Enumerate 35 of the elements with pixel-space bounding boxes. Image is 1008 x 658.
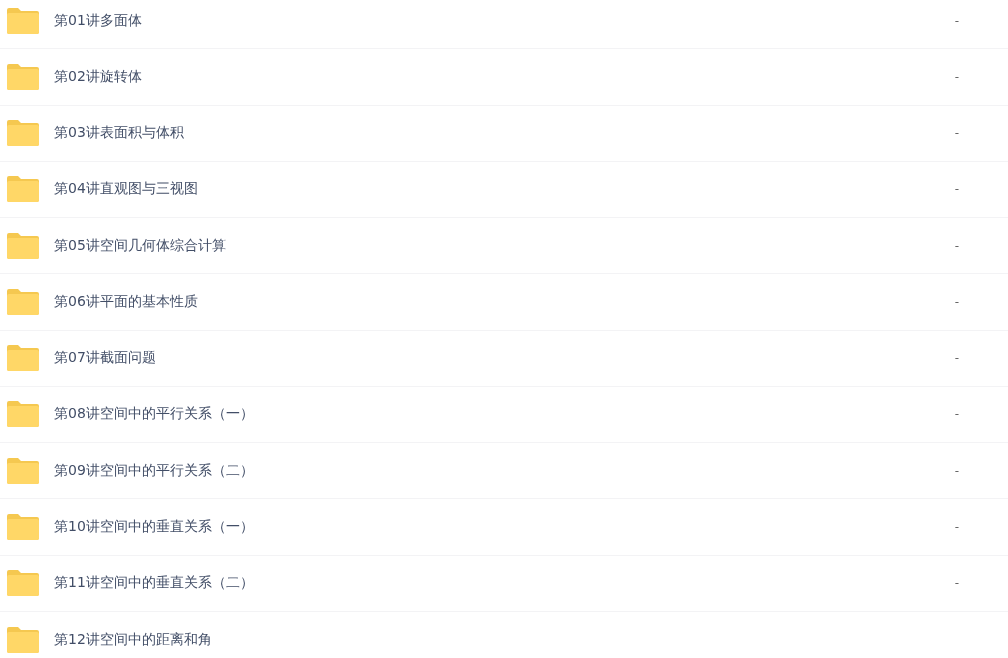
folder-name[interactable]: 第05讲空间几何体综合计算: [54, 236, 226, 255]
column-value: -: [954, 520, 959, 534]
folder-icon: [7, 120, 39, 147]
column-value: -: [954, 351, 959, 366]
folder-name[interactable]: 第04讲直观图与三视图: [54, 180, 198, 199]
column-value: -: [954, 126, 959, 141]
folder-icon: [7, 232, 39, 259]
column-value: -: [954, 13, 959, 28]
column-value: -: [954, 576, 959, 591]
column-value: -: [954, 238, 959, 253]
folder-icon: [7, 7, 39, 34]
folder-name[interactable]: 第01讲多面体: [54, 11, 142, 30]
column-value: -: [954, 463, 959, 478]
folder-name[interactable]: 第07讲截面问题: [54, 349, 156, 368]
column-value: -: [954, 182, 959, 197]
folder-name[interactable]: 第03讲表面积与体积: [54, 124, 184, 143]
folder-icon: [7, 626, 39, 653]
folder-icon: [7, 288, 39, 315]
folder-icon: [7, 401, 39, 428]
column-value: -: [954, 294, 959, 309]
folder-name[interactable]: 第09讲空间中的平行关系（二）: [54, 461, 254, 480]
folder-name[interactable]: 第10讲空间中的垂直关系（一）: [54, 518, 254, 536]
folder-icon: [7, 345, 39, 372]
folder-name[interactable]: 第12讲空间中的距离和角: [54, 630, 212, 649]
column-value: -: [954, 69, 959, 84]
folder-name[interactable]: 第08讲空间中的平行关系（一）: [54, 405, 254, 424]
folder-icon: [7, 457, 39, 484]
folder-name[interactable]: 第02讲旋转体: [54, 67, 142, 86]
folder-icon: [7, 176, 39, 203]
folder-name[interactable]: 第06讲平面的基本性质: [54, 292, 198, 311]
folder-name[interactable]: 第11讲空间中的垂直关系（二）: [54, 574, 254, 593]
folder-icon: [7, 570, 39, 597]
folder-icon: [7, 514, 39, 540]
column-value: -: [954, 407, 959, 422]
folder-icon: [7, 63, 39, 90]
